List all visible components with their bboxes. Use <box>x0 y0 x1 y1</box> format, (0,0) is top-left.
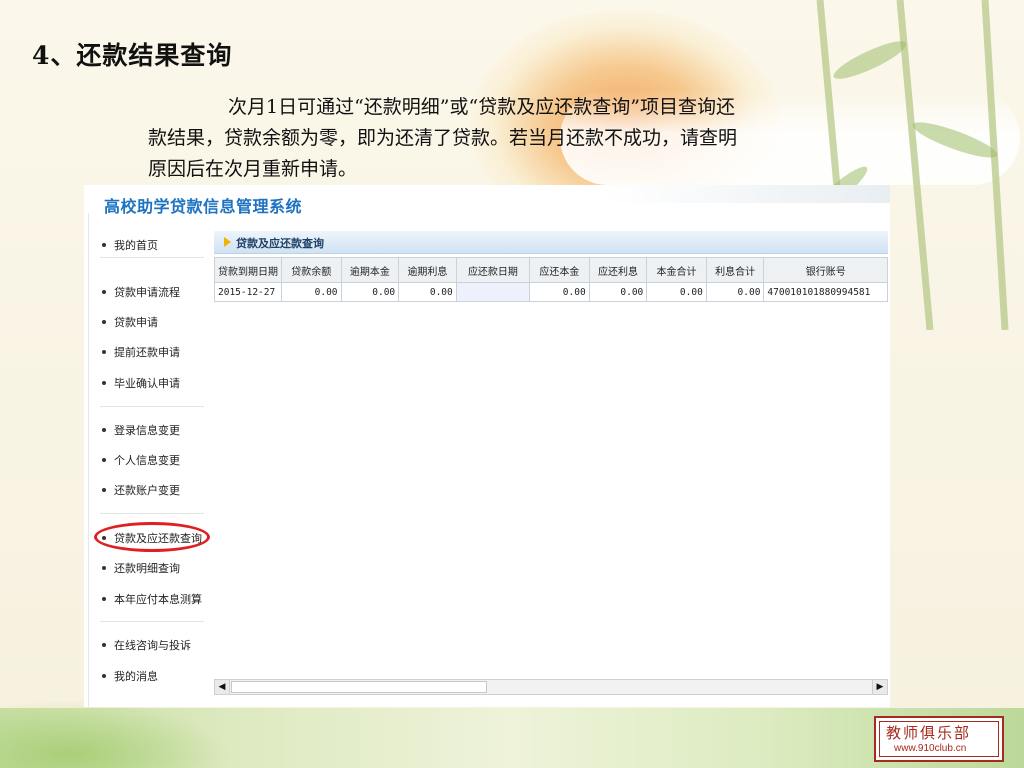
sidebar-border <box>88 213 89 707</box>
paragraph-line-3: 原因后在次月重新申请。 <box>148 158 358 180</box>
sidebar-item-early-repay[interactable]: 提前还款申请 <box>102 344 180 360</box>
sidebar-item-label: 毕业确认申请 <box>114 377 180 390</box>
sidebar-item-label: 本年应付本息测算 <box>114 593 202 606</box>
sidebar-item-label: 在线咨询与投诉 <box>114 639 191 652</box>
sidebar-item-label: 我的首页 <box>114 239 158 252</box>
bullet-icon <box>102 320 106 324</box>
arrow-icon <box>224 237 231 247</box>
sidebar-item-label: 我的消息 <box>114 670 158 683</box>
table-cell: 2015-12-27 <box>214 282 282 302</box>
column-header: 利息合计 <box>705 257 765 283</box>
table-cell: 4700101018809945​81 <box>763 282 888 302</box>
logo-url: www.910club.cn <box>894 743 967 754</box>
sidebar-item-label: 还款明细查询 <box>114 562 180 575</box>
table-cell: 0.00 <box>398 282 457 302</box>
bullet-icon <box>102 428 106 432</box>
scroll-right-icon[interactable]: ▶ <box>872 680 887 694</box>
sidebar-item-consult[interactable]: 在线咨询与投诉 <box>102 637 191 653</box>
sidebar-item-loan-apply[interactable]: 贷款申请 <box>102 314 158 330</box>
sidebar-item-label: 提前还款申请 <box>114 346 180 359</box>
sidebar-item-repay-detail[interactable]: 还款明细查询 <box>102 560 180 576</box>
sidebar-item-label: 个人信息变更 <box>114 454 180 467</box>
column-header: 逾期利息 <box>398 257 457 283</box>
column-header: 应还利息 <box>588 257 648 283</box>
sidebar-item-label: 贷款申请流程 <box>114 286 180 299</box>
column-header: 应还本金 <box>529 257 590 283</box>
column-header: 本金合计 <box>646 257 707 283</box>
sidebar-item-label: 登录信息变更 <box>114 424 180 437</box>
table-cell: 0.00 <box>529 282 590 302</box>
slide-title: 4、还款结果查询 <box>32 41 233 70</box>
table-header-row: 贷款到期日期 贷款余额 逾期本金 逾期利息 应还款日期 应还本金 应还利息 本金… <box>214 257 888 283</box>
logo-text: 教师俱乐部 <box>886 724 972 742</box>
bullet-icon <box>102 674 106 678</box>
bullet-icon <box>102 350 106 354</box>
sidebar-divider <box>100 406 204 407</box>
sidebar-divider <box>100 621 204 622</box>
bullet-icon <box>102 643 106 647</box>
sidebar-item-home[interactable]: 我的首页 <box>102 237 158 253</box>
bullet-icon <box>102 458 106 462</box>
paragraph-line-1: 次月1日可通过“还款明细”或“贷款及应还款查询”项目查询还 <box>228 96 735 118</box>
club-logo: 教师俱乐部 www.910club.cn <box>874 716 1004 762</box>
paragraph-line-2: 款结果，贷款余额为零，即为还清了贷款。若当月还款不成功，请查明 <box>148 127 738 149</box>
sidebar-item-graduation[interactable]: 毕业确认申请 <box>102 375 180 391</box>
sidebar-item-login-info[interactable]: 登录信息变更 <box>102 422 180 438</box>
table-cell: 0.00 <box>340 282 400 302</box>
sidebar-item-personal-info[interactable]: 个人信息变更 <box>102 452 180 468</box>
bullet-icon <box>102 243 106 247</box>
sidebar-item-annual-estimate[interactable]: 本年应付本息测算 <box>102 591 202 607</box>
table-cell: 0.00 <box>588 282 648 302</box>
sidebar-divider <box>100 513 204 514</box>
column-header: 逾期本金 <box>340 257 400 283</box>
sidebar-item-repay-account[interactable]: 还款账户变更 <box>102 482 180 498</box>
scrollbar-thumb[interactable] <box>231 681 487 693</box>
app-screenshot: 高校助学贷款信息管理系统 我的首页 贷款申请流程 贷款申请 提前还款申请 毕业确… <box>84 185 890 707</box>
leaf-decoration <box>0 700 230 768</box>
scroll-left-icon[interactable]: ◀ <box>215 680 230 694</box>
panel-title: 贷款及应还款查询 <box>236 237 324 250</box>
column-header: 应还款日期 <box>455 257 531 283</box>
table-cell <box>455 282 531 302</box>
table-cell: 0.00 <box>705 282 765 302</box>
bullet-icon <box>102 597 106 601</box>
table-cell: 0.00 <box>646 282 707 302</box>
sidebar-item-label: 贷款申请 <box>114 316 158 329</box>
bullet-icon <box>102 488 106 492</box>
table-cell: 0.00 <box>281 282 342 302</box>
horizontal-scrollbar[interactable]: ◀ ▶ <box>214 679 888 695</box>
app-title: 高校助学贷款信息管理系统 <box>104 197 303 216</box>
sidebar-item-loan-process[interactable]: 贷款申请流程 <box>102 284 180 300</box>
sidebar-item-label: 还款账户变更 <box>114 484 180 497</box>
panel-header: 贷款及应还款查询 <box>214 231 888 254</box>
column-header: 贷款余额 <box>281 257 342 283</box>
table-row[interactable]: 2015-12-27 0.00 0.00 0.00 0.00 0.00 0.00… <box>214 282 888 302</box>
highlight-ring <box>94 522 210 552</box>
slide-paragraph: 次月1日可通过“还款明细”或“贷款及应还款查询”项目查询还 款结果，贷款余额为零… <box>148 92 978 185</box>
column-header: 贷款到期日期 <box>214 257 282 283</box>
sidebar-divider <box>100 257 204 258</box>
header-shade <box>604 185 890 203</box>
column-header: 银行账号 <box>763 257 888 283</box>
loan-table: 贷款到期日期 贷款余额 逾期本金 逾期利息 应还款日期 应还本金 应还利息 本金… <box>214 257 888 302</box>
bullet-icon <box>102 290 106 294</box>
sidebar-item-messages[interactable]: 我的消息 <box>102 668 158 684</box>
bullet-icon <box>102 381 106 385</box>
bullet-icon <box>102 566 106 570</box>
